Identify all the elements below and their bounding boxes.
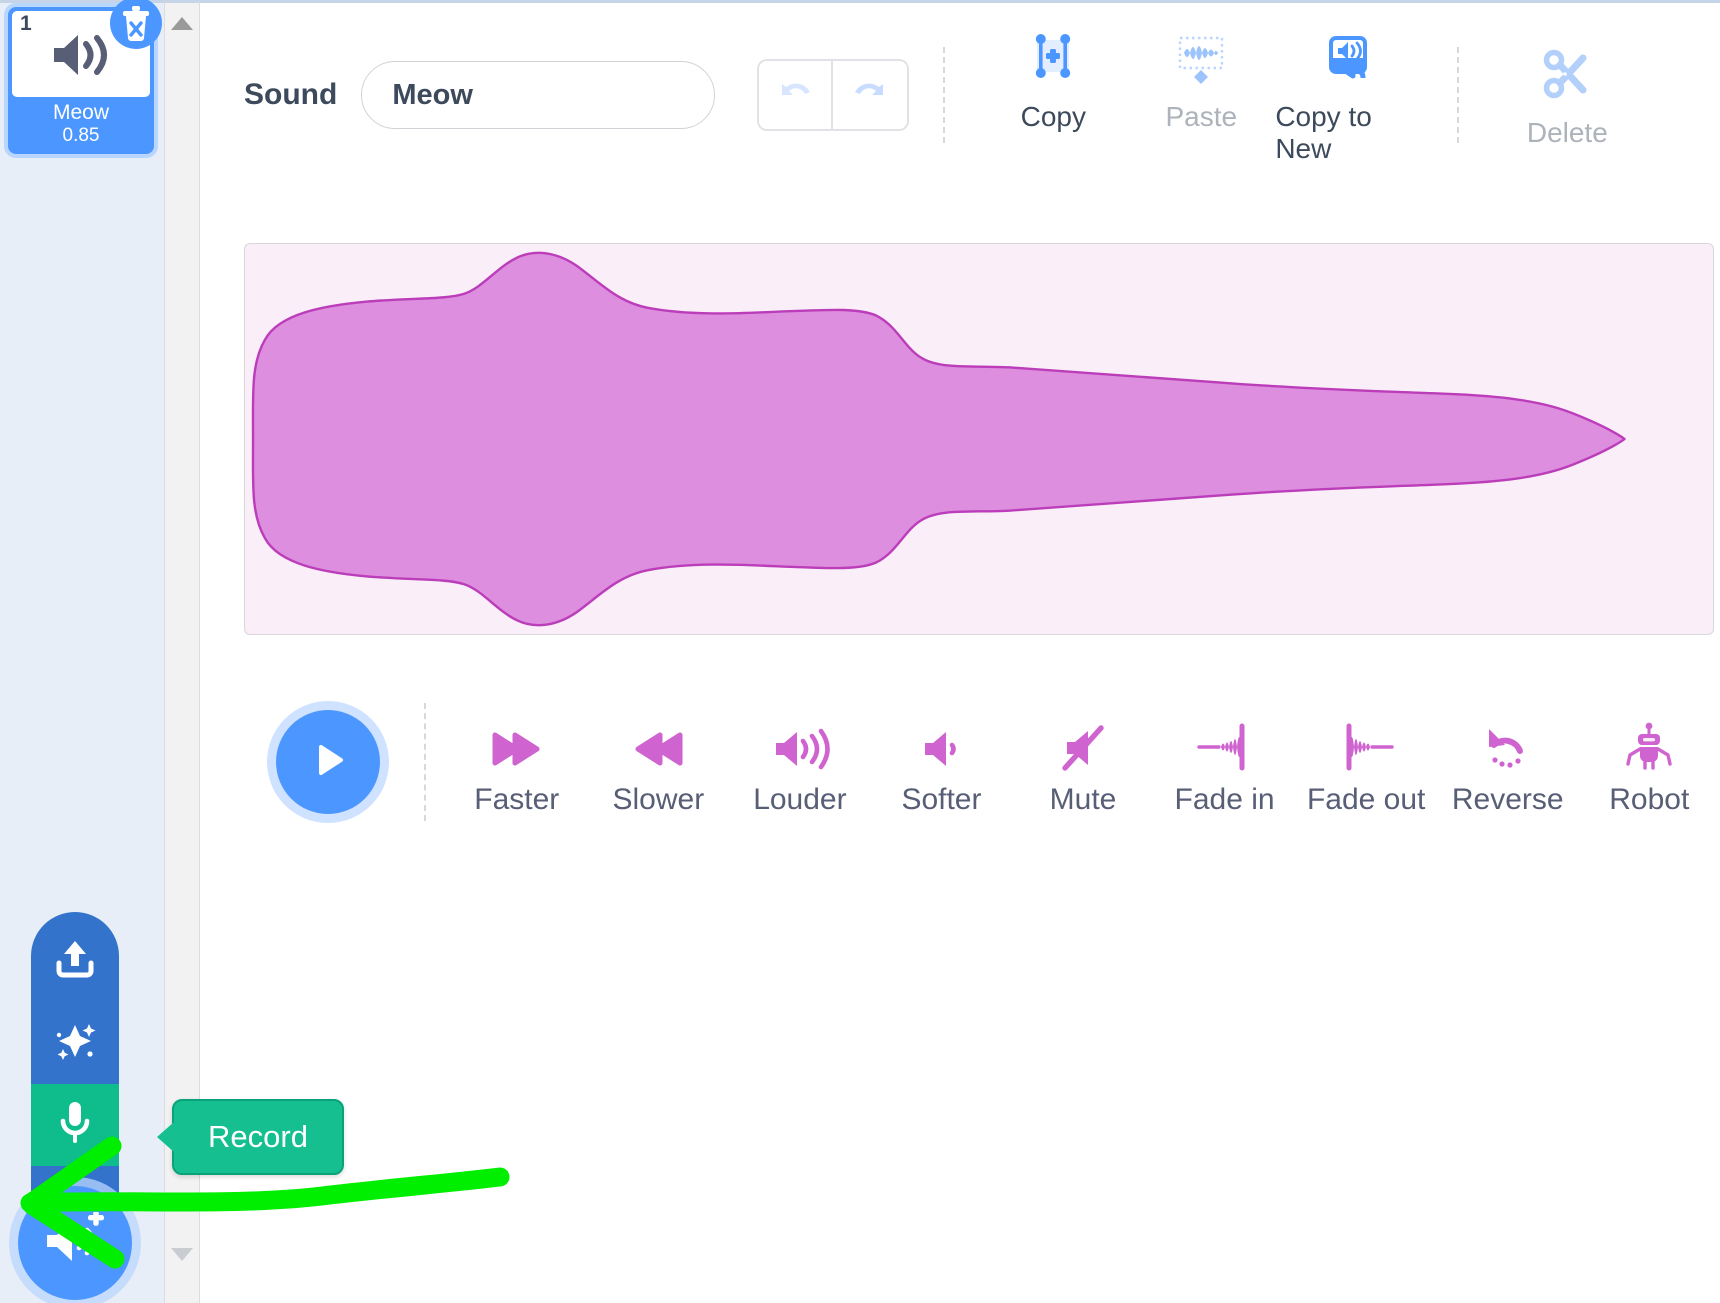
- effect-faster-label: Faster: [474, 783, 560, 816]
- robot-icon: [1621, 707, 1677, 773]
- record-sound-button[interactable]: [31, 1084, 119, 1166]
- copy-to-new-label: Copy to New: [1275, 101, 1372, 164]
- effect-robot-label: Robot: [1609, 783, 1690, 816]
- effect-fade-in-label: Fade in: [1174, 783, 1275, 816]
- copy-to-new-button[interactable]: Copy to New: [1275, 25, 1423, 165]
- effect-mute-button[interactable]: Mute: [1012, 707, 1154, 817]
- microphone-icon: [56, 1099, 94, 1152]
- delete-sound-button[interactable]: [110, 0, 162, 49]
- paste-waveform-icon: [1170, 29, 1232, 89]
- record-tooltip: Record: [157, 1099, 344, 1175]
- add-sound-button[interactable]: [18, 1186, 132, 1300]
- undo-redo-group: [757, 59, 910, 131]
- redo-arrow-icon: [850, 76, 890, 115]
- reverse-arrow-icon: [1480, 707, 1536, 773]
- sparkle-icon: [52, 1019, 98, 1068]
- upload-sound-button[interactable]: [31, 912, 119, 1002]
- sound-name-label: Meow: [52, 101, 110, 124]
- copy-button[interactable]: Copy: [979, 25, 1127, 133]
- effect-mute-label: Mute: [1049, 783, 1117, 816]
- sound-index-label: 1: [20, 12, 32, 35]
- copy-label: Copy: [1020, 101, 1086, 132]
- scissors-icon: [1537, 45, 1597, 105]
- speaker-loud-icon: [770, 707, 830, 773]
- effects-divider: [424, 703, 426, 821]
- sound-list-item-meow[interactable]: 1 Meow 0.85: [8, 0, 162, 154]
- effect-louder-button[interactable]: Louder: [729, 707, 871, 817]
- copy-selection-icon: [1023, 29, 1083, 89]
- toolbar-divider-1: [943, 47, 946, 143]
- effect-softer-button[interactable]: Softer: [871, 707, 1013, 817]
- effect-slower-label: Slower: [612, 783, 705, 816]
- record-tooltip-label: Record: [208, 1119, 308, 1154]
- effect-slower-button[interactable]: Slower: [588, 707, 730, 817]
- undo-button[interactable]: [759, 61, 834, 129]
- toolbar-divider-2: [1457, 47, 1460, 143]
- effect-louder-label: Louder: [753, 783, 847, 816]
- sound-list: 1 Meow 0.85: [0, 0, 162, 154]
- paste-label: Paste: [1165, 101, 1238, 132]
- sound-field-label: Sound: [244, 78, 338, 111]
- effect-reverse-button[interactable]: Reverse: [1437, 707, 1579, 817]
- delete-label: Delete: [1526, 117, 1608, 148]
- editor-toolbar: Sound Meow Copy Paste Copy to New Delete: [200, 3, 1720, 164]
- upload-icon: [52, 937, 98, 986]
- copy-to-new-sound-icon: [1319, 29, 1379, 89]
- effect-fade-in-button[interactable]: Fade in: [1154, 707, 1296, 817]
- delete-selection-button[interactable]: Delete: [1493, 41, 1641, 149]
- sound-effects-row: Faster Slower Louder Softer Mute Fade in…: [240, 703, 1720, 821]
- effect-fade-out-label: Fade out: [1306, 783, 1426, 816]
- effect-faster-button[interactable]: Faster: [446, 707, 588, 817]
- play-button-wrap: [240, 710, 416, 814]
- speaker-mute-icon: [1057, 707, 1109, 773]
- fast-forward-icon: [489, 707, 545, 773]
- effects-list: Faster Slower Louder Softer Mute Fade in…: [446, 707, 1720, 817]
- sound-duration-label: 0.85: [62, 125, 100, 147]
- undo-arrow-icon: [775, 76, 815, 115]
- clipboard-tools: Copy Paste Copy to New: [979, 25, 1423, 165]
- sound-editor-window: 1 Meow 0.85 Sound Meow Copy Paste Copy t…: [0, 0, 1720, 1303]
- effect-fade-out-button[interactable]: Fade out: [1295, 707, 1437, 817]
- surprise-sound-button[interactable]: [31, 1002, 119, 1084]
- triangle-down-icon[interactable]: [171, 1248, 193, 1261]
- speaker-icon: [50, 31, 112, 84]
- fade-in-icon: [1195, 707, 1255, 773]
- effect-softer-label: Softer: [901, 783, 982, 816]
- tooltip-tail: [157, 1122, 174, 1152]
- sound-name-input[interactable]: [361, 61, 716, 129]
- fade-out-icon: [1336, 707, 1396, 773]
- speaker-soft-icon: [917, 707, 965, 773]
- play-triangle-icon: [306, 738, 350, 787]
- effect-robot-button[interactable]: Robot: [1579, 707, 1720, 817]
- effect-reverse-label: Reverse: [1451, 783, 1564, 816]
- paste-button[interactable]: Paste: [1127, 25, 1275, 133]
- play-sound-button[interactable]: [276, 710, 380, 814]
- sound-editor-main: Sound Meow Copy Paste Copy to New Delete…: [200, 0, 1720, 1303]
- triangle-up-icon[interactable]: [171, 17, 193, 30]
- waveform-svg: [251, 251, 1626, 627]
- sound-selector-panel: 1 Meow 0.85: [0, 0, 164, 1303]
- redo-button[interactable]: [833, 61, 908, 129]
- waveform-display[interactable]: [244, 243, 1714, 635]
- speaker-plus-icon: [42, 1209, 108, 1275]
- rewind-icon: [630, 707, 686, 773]
